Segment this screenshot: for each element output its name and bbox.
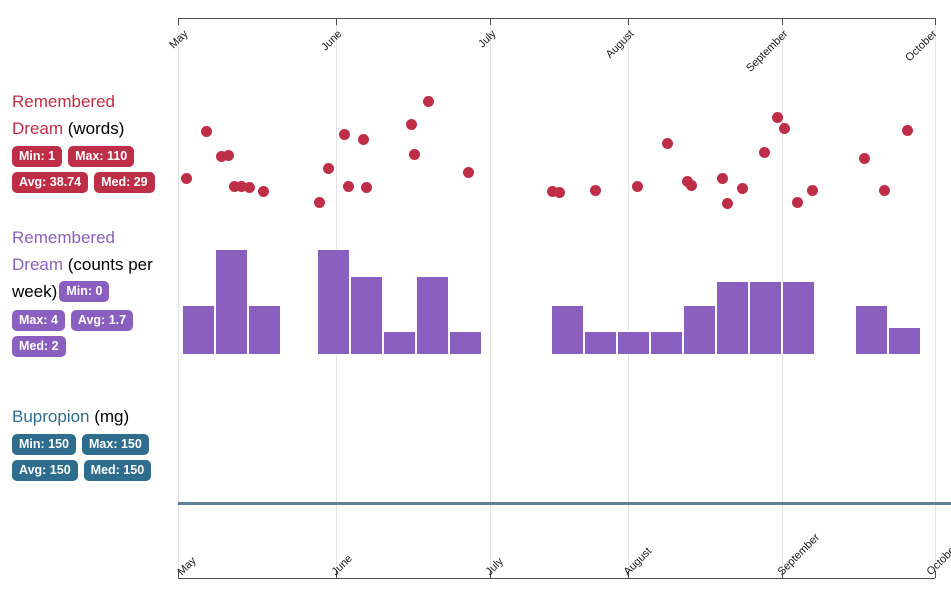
scatter-point	[360, 181, 372, 193]
scatter-point	[422, 95, 434, 107]
axis-label-top-May: May	[167, 28, 191, 52]
scatter-point	[180, 172, 192, 184]
scatter-point	[257, 185, 269, 197]
tick-top-September	[782, 18, 783, 25]
gridline-edge-right	[935, 18, 936, 578]
bar-week	[383, 331, 416, 355]
bar-week	[617, 331, 650, 355]
axis-label-bottom-June: June	[329, 552, 355, 578]
top-axis-cap-left	[178, 18, 179, 25]
scatter-point	[758, 146, 770, 158]
scatter-point	[357, 133, 369, 145]
top-axis-line	[178, 18, 935, 19]
scatter-point	[631, 180, 643, 192]
scatter-point	[806, 184, 818, 196]
scatter-point	[716, 172, 728, 184]
scatter-point	[791, 196, 803, 208]
axis-label-bottom-May: May	[175, 554, 199, 578]
scatter-point	[878, 184, 890, 196]
scatter-point	[243, 181, 255, 193]
bar-week	[248, 305, 281, 355]
bar-week	[650, 331, 683, 355]
axis-label-bottom-August: August	[621, 545, 655, 578]
scatter-point	[222, 149, 234, 161]
gridline-edge-left	[178, 18, 179, 578]
axis-label-top-June: June	[319, 28, 345, 54]
bar-week	[716, 281, 749, 355]
bar-week	[683, 305, 716, 355]
scatter-point	[322, 162, 334, 174]
bottom-axis-line	[178, 578, 935, 579]
bar-week	[350, 276, 383, 355]
bar-week	[782, 281, 815, 355]
top-axis-cap-right	[935, 18, 936, 25]
bar-week	[182, 305, 215, 355]
gridline-July	[490, 18, 491, 578]
bar-week	[749, 281, 782, 355]
bupropion-level-line	[178, 502, 951, 505]
scatter-point	[685, 179, 697, 191]
axis-label-bottom-July: July	[483, 555, 506, 578]
scatter-point	[338, 128, 350, 140]
tick-top-August	[628, 18, 629, 25]
bar-week	[888, 327, 921, 355]
bar-week	[855, 305, 888, 355]
bar-week	[317, 249, 350, 355]
scatter-point	[771, 111, 783, 123]
scatter-point	[553, 186, 565, 198]
scatter-point	[736, 182, 748, 194]
axis-label-top-October: October	[903, 28, 940, 65]
scatter-point	[901, 124, 913, 136]
scatter-point	[200, 125, 212, 137]
axis-label-bottom-October: October	[924, 541, 951, 578]
scatter-point	[661, 137, 673, 149]
tick-top-June	[336, 18, 337, 25]
bar-week	[215, 249, 248, 355]
axis-label-top-August: August	[603, 28, 637, 61]
scatter-point	[721, 197, 733, 209]
plot-area: May May June June July July August August Septem…	[0, 0, 951, 601]
gridline-August	[628, 18, 629, 578]
axis-label-top-September: September	[743, 28, 791, 75]
bar-week	[551, 305, 584, 355]
bar-week	[449, 331, 482, 355]
scatter-point	[778, 122, 790, 134]
scatter-point	[408, 148, 420, 160]
scatter-point	[342, 180, 354, 192]
tick-top-July	[490, 18, 491, 25]
chart-screenshot: Remembered Dream (words) Min: 1 Max: 110…	[0, 0, 951, 601]
scatter-point	[462, 166, 474, 178]
bar-week	[416, 276, 449, 355]
axis-label-bottom-September: September	[775, 531, 823, 578]
bar-week	[584, 331, 617, 355]
scatter-point	[405, 118, 417, 130]
scatter-point	[858, 152, 870, 164]
scatter-point	[313, 196, 325, 208]
scatter-point	[589, 184, 601, 196]
axis-label-top-July: July	[476, 28, 499, 51]
